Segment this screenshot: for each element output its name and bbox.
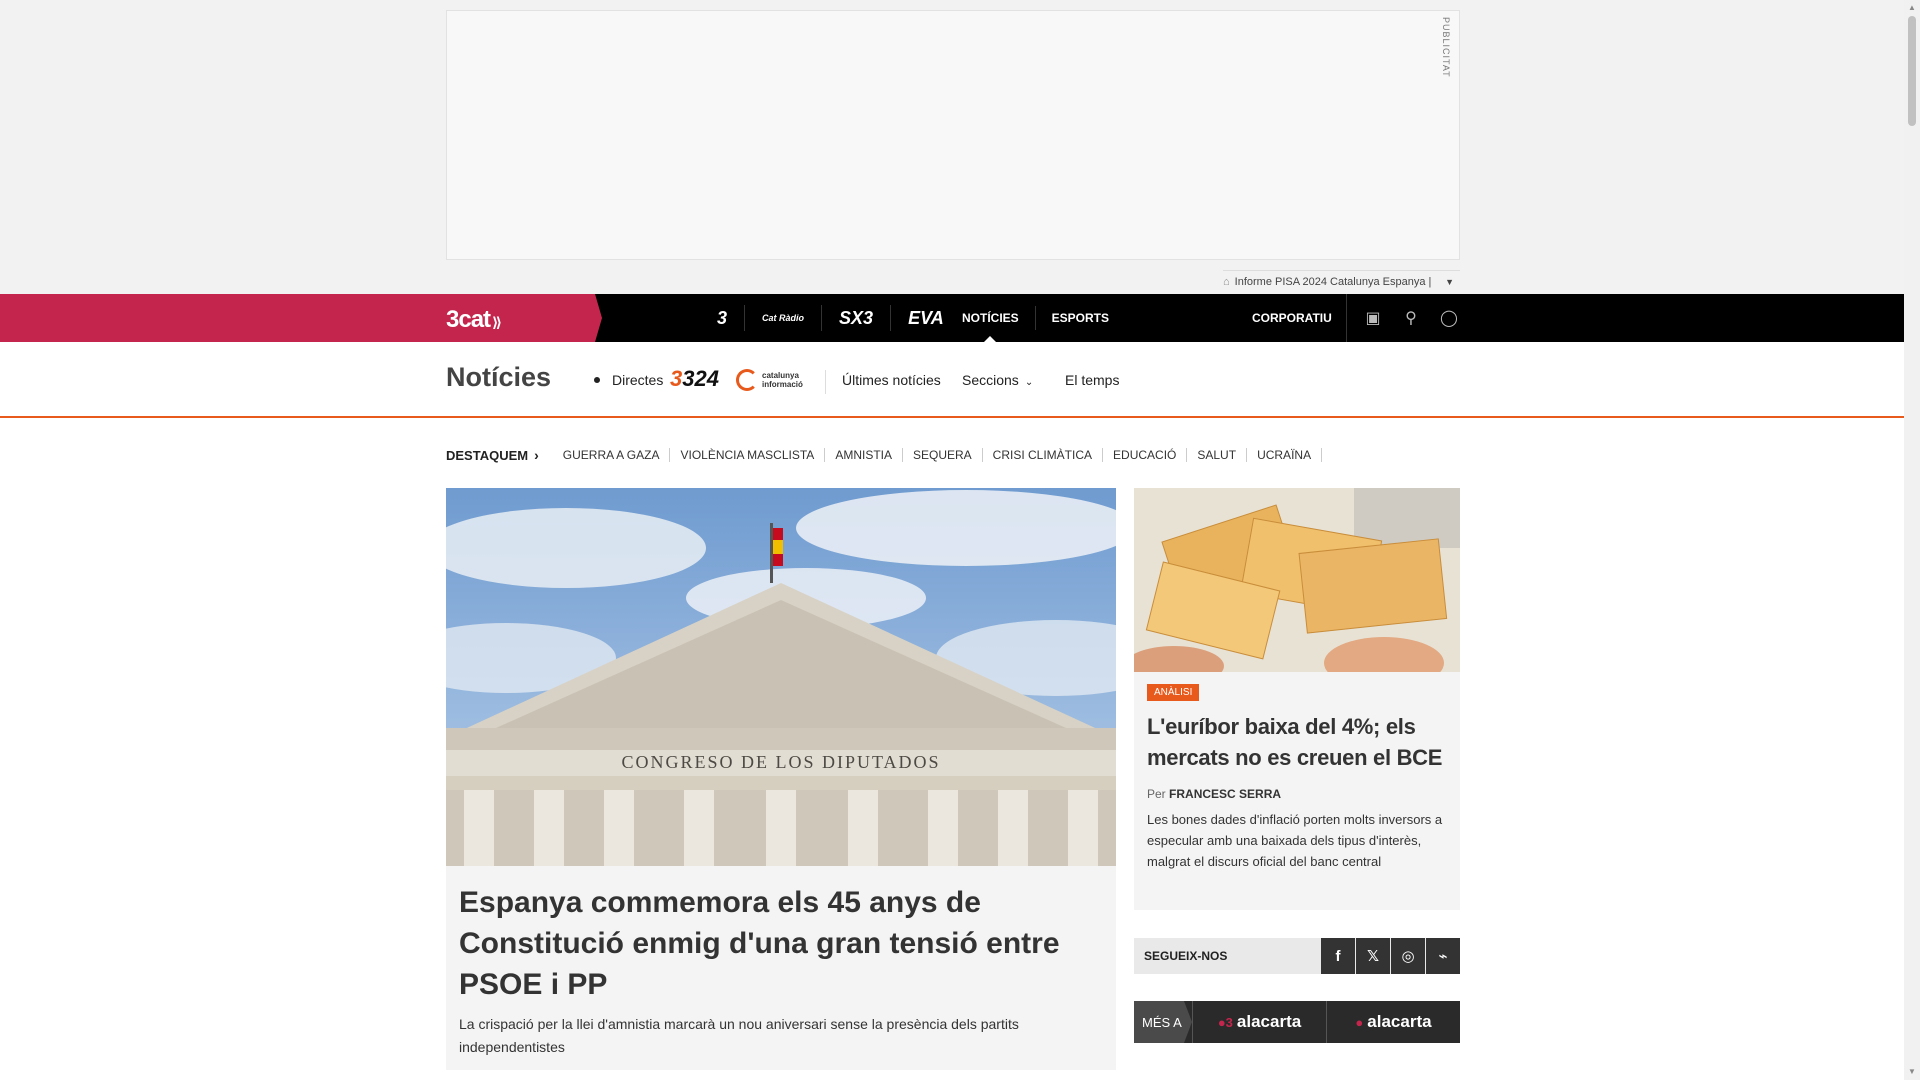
analysis-badge[interactable]: ANÀLISI (1147, 684, 1200, 701)
image-caption: CONGRESO DE LOS DIPUTADOS (621, 752, 941, 772)
user-icon[interactable]: ◯ (1439, 308, 1459, 328)
channel-sx3[interactable]: SX3 (822, 305, 892, 331)
side-article-description: Les bones dades d'inflació porten molts … (1147, 812, 1443, 869)
scroll-down-icon[interactable]: ▼ (1904, 1064, 1920, 1080)
mes-a-bar: MÉS A ●3 alacarta ● alacarta (1134, 1001, 1460, 1043)
brand-bar (0, 294, 602, 342)
x-icon[interactable]: 𝕏 (1356, 938, 1390, 974)
follow-bar: SEGUEIX-NOS f 𝕏 ◎ ⌁ (1134, 938, 1460, 974)
ultimes-noticies-link[interactable]: Últimes notícies (842, 372, 941, 388)
euro-notes-photo (1134, 488, 1460, 672)
instagram-icon[interactable]: ◎ (1391, 938, 1425, 974)
side-article[interactable]: ANÀLISI L'euríbor baixa del 4%; els merc… (1134, 488, 1460, 910)
main-article-body: Espanya commemora els 45 anys de Constit… (446, 866, 1116, 1059)
channel-tv3[interactable]: 3 (700, 305, 746, 331)
facebook-icon[interactable]: f (1321, 938, 1355, 974)
channel-list: 3 Cat Ràdio SX3 EVA (700, 294, 961, 342)
destaquem-label[interactable]: DESTAQUEM › (446, 447, 539, 463)
top-navigation: 3cat ⟫ 3 Cat Ràdio SX3 EVA NOTÍCIES ESPOR… (0, 294, 1904, 342)
catradio-icon: ● (1355, 1014, 1364, 1030)
page-scrollbar[interactable]: ▲ ▼ (1904, 0, 1920, 1080)
tag-icon: ⌂ (1223, 275, 1230, 288)
ad-label: PUBLICITAT (1441, 17, 1451, 78)
nav-esports[interactable]: ESPORTS (1034, 306, 1125, 330)
author-name[interactable]: FRANCESC SERRA (1169, 787, 1281, 801)
destaquem-item[interactable]: EDUCACIÓ (1103, 448, 1188, 462)
el-temps-link[interactable]: El temps (1065, 372, 1119, 388)
destaquem-bar: DESTAQUEM › GUERRA A GAZA VIOLÈNCIA MASC… (446, 446, 1323, 464)
ad-slot[interactable]: PUBLICITAT (446, 10, 1460, 260)
section-header: Notícies Directes 3324 catalunya informac… (0, 342, 1904, 418)
brand-logo[interactable]: 3cat ⟫ (446, 306, 502, 334)
chevron-down-icon: ▼ (1445, 276, 1454, 287)
side-article-image[interactable] (1134, 488, 1460, 672)
ad-band: PUBLICITAT ⌂ Informe PISA 2024 Catalunya… (0, 0, 1904, 294)
directes-link[interactable]: Directes (590, 372, 663, 388)
destaquem-item[interactable]: AMNISTIA (825, 448, 903, 462)
main-article-title[interactable]: Espanya commemora els 45 anys de Constit… (459, 882, 1103, 1005)
destaquem-item[interactable]: GUERRA A GAZA (553, 448, 671, 462)
ad-sub-link[interactable]: ⌂ Informe PISA 2024 Catalunya Espanya | … (1223, 270, 1460, 292)
side-article-body: ANÀLISI L'euríbor baixa del 4%; els merc… (1134, 672, 1460, 882)
main-article-image[interactable]: CONGRESO DE LOS DIPUTADOS (446, 488, 1116, 866)
logo-catalunya-informacio[interactable]: catalunya informació (736, 369, 803, 391)
catalunya-informacio-icon (736, 369, 758, 391)
catradio-alacarta-link[interactable]: ● alacarta (1326, 1001, 1460, 1043)
live-icon (590, 375, 604, 385)
tv3-icon: ●3 (1217, 1014, 1233, 1030)
follow-label: SEGUEIX-NOS (1144, 949, 1228, 963)
nav-noticies[interactable]: NOTÍCIES (946, 306, 1035, 342)
destaquem-item[interactable]: VIOLÈNCIA MASCLISTA (670, 448, 826, 462)
destaquem-item[interactable]: UCRAÏNA (1247, 448, 1323, 462)
nav-icons: ▣ ⚲ ◯ (1346, 294, 1459, 342)
chevron-right-icon: › (534, 447, 539, 463)
main-article[interactable]: CONGRESO DE LOS DIPUTADOS Espanya commem… (446, 488, 1116, 1070)
tv3-alacarta-link[interactable]: ●3 alacarta (1192, 1001, 1326, 1043)
main-article-subtitle: La crispació per la llei d'amnistia marc… (459, 1016, 1019, 1055)
rss-icon[interactable]: ⌁ (1426, 938, 1460, 974)
seccions-dropdown[interactable]: Seccions ⌄ (962, 372, 1033, 388)
scroll-thumb[interactable] (1908, 16, 1916, 126)
destaquem-item[interactable]: SEQUERA (903, 448, 983, 462)
destaquem-item[interactable]: CRISI CLIMÀTICA (983, 448, 1104, 462)
destaquem-item[interactable]: SALUT (1187, 448, 1248, 462)
page: PUBLICITAT ⌂ Informe PISA 2024 Catalunya… (0, 0, 1920, 1080)
side-article-title[interactable]: L'euríbor baixa del 4%; els mercats no e… (1147, 711, 1447, 773)
divider (825, 370, 826, 394)
nav-corporatiu[interactable]: CORPORATIU (1252, 294, 1332, 342)
chevron-down-icon: ⌄ (1024, 377, 1034, 388)
search-icon[interactable]: ⚲ (1401, 308, 1421, 328)
logo-324[interactable]: 3324 (670, 366, 719, 392)
section-links: NOTÍCIES ESPORTS (946, 294, 1125, 342)
shop-icon[interactable]: ▣ (1363, 308, 1383, 328)
byline: Per FRANCESC SERRA (1147, 787, 1282, 801)
ad-sub-text: Informe PISA 2024 Catalunya Espanya | (1234, 275, 1432, 288)
scroll-up-icon[interactable]: ▲ (1904, 0, 1920, 16)
congress-photo (446, 488, 1116, 866)
page-title[interactable]: Notícies (446, 362, 551, 393)
channel-catradio[interactable]: Cat Ràdio (745, 305, 823, 331)
mes-a-label: MÉS A (1134, 1001, 1192, 1043)
